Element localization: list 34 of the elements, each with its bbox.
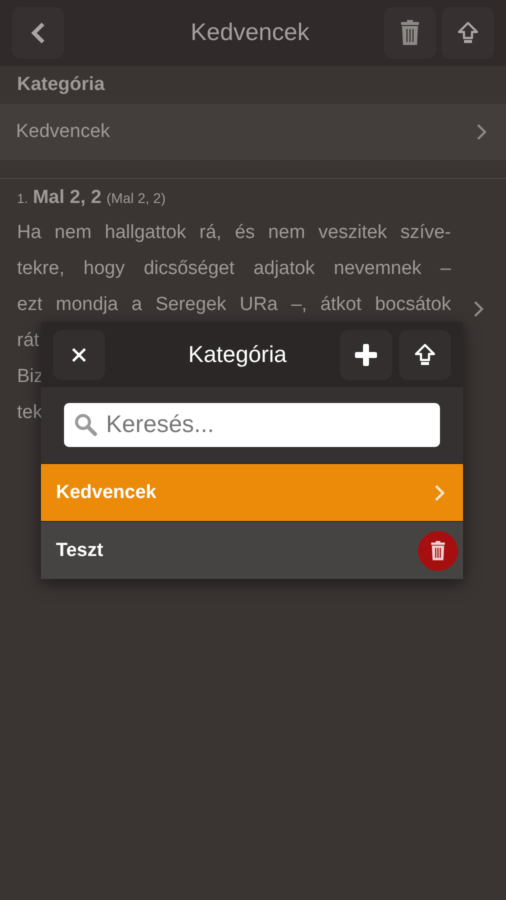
page-title: Kedvencek [190,19,310,47]
verse-text-line: tek [17,401,42,425]
trash-icon [400,20,420,46]
upload-icon [414,342,436,366]
trash-icon [430,540,446,560]
category-item[interactable]: Kedvencek [41,463,463,521]
verse-text-line: Biz [17,365,44,389]
chevron-icon [476,123,488,141]
back-button[interactable] [12,7,64,59]
chevron-icon[interactable] [473,300,485,318]
verse-text-line: Ha nem hallgattok rá, és nem veszitek szíve- [17,221,451,245]
category-item[interactable]: Teszt [41,521,463,579]
delete-button[interactable] [384,7,436,59]
close-icon [71,346,87,362]
add-button[interactable] [340,330,392,380]
search-field[interactable]: Keresés... [64,403,440,447]
close-button[interactable] [53,330,105,380]
category-value: Kedvencek [16,121,110,143]
verse-text-line: tekre, hogy dicsőséget adjatok nevemnek – [17,257,451,281]
section-label: Kategória [16,73,106,97]
export-button[interactable] [442,7,494,59]
delete-button[interactable] [418,530,458,570]
upload-icon [457,21,479,45]
verse-text-line: ezt mondja a Seregek URa –, átkot bocsátok [17,293,451,317]
plus-icon [355,344,377,366]
verse-reference: Mal 2, 2 [32,187,102,209]
export-button[interactable] [399,330,451,380]
category-row[interactable]: Kedvencek [0,104,506,160]
back-icon [29,21,47,45]
entry-number: 1. [17,191,28,206]
verse-reference-alt: (Mal 2, 2) [106,190,166,206]
chevron-icon [434,484,446,502]
verse-text-line: rát [17,329,40,353]
popup-title: Kategória [187,341,288,368]
